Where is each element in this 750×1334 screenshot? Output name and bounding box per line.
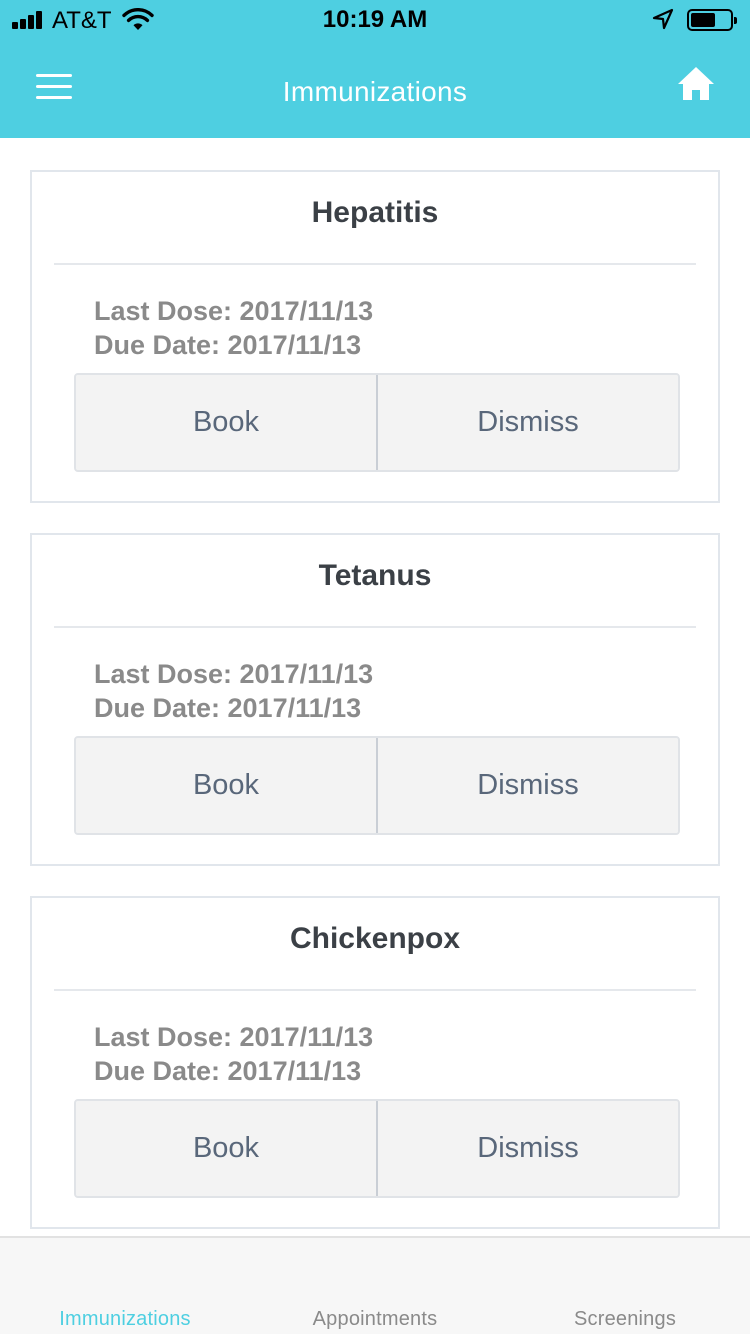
vaccine-name: Chickenpox [289, 922, 461, 955]
card-actions: Book Dismiss [74, 1099, 680, 1198]
due-date-text: Due Date: 2017/11/13 [94, 1056, 362, 1086]
vaccine-name: Tetanus [318, 559, 432, 592]
book-button[interactable]: Book [76, 375, 376, 470]
due-date-text: Due Date: 2017/11/13 [94, 693, 362, 723]
card-divider [54, 263, 696, 265]
last-dose-text: Last Dose: 2017/11/13 [94, 1022, 374, 1052]
dismiss-button[interactable]: Dismiss [376, 375, 678, 470]
card-actions: Book Dismiss [74, 373, 680, 472]
battery-icon [687, 9, 737, 31]
last-dose-text: Last Dose: 2017/11/13 [94, 296, 374, 326]
tab-immunizations[interactable]: Immunizations [0, 1308, 250, 1331]
vaccine-name: Hepatitis [311, 196, 439, 229]
due-date-text: Due Date: 2017/11/13 [94, 330, 362, 360]
tab-screenings[interactable]: Screenings [500, 1308, 750, 1331]
immunization-card: Hepatitis Last Dose: 2017/11/13 Due Date… [30, 170, 720, 503]
location-arrow-icon [652, 8, 674, 30]
page-title: Immunizations [282, 76, 468, 107]
dismiss-button[interactable]: Dismiss [376, 1101, 678, 1196]
immunization-card: Tetanus Last Dose: 2017/11/13 Due Date: … [30, 533, 720, 866]
nav-bar: Immunizations [0, 40, 750, 138]
app-root: AT&T 10:19 AM Immunizations Hepatitis La… [0, 0, 750, 1334]
card-divider [54, 989, 696, 991]
last-dose-text: Last Dose: 2017/11/13 [94, 659, 374, 689]
book-button[interactable]: Book [76, 1101, 376, 1196]
status-bar: AT&T 10:19 AM [0, 0, 750, 40]
tab-bar: Immunizations Appointments Screenings [0, 1236, 750, 1334]
home-icon[interactable] [676, 64, 716, 104]
card-actions: Book Dismiss [74, 736, 680, 835]
tab-appointments[interactable]: Appointments [250, 1308, 500, 1331]
card-divider [54, 626, 696, 628]
dismiss-button[interactable]: Dismiss [376, 738, 678, 833]
immunization-card: Chickenpox Last Dose: 2017/11/13 Due Dat… [30, 896, 720, 1229]
status-time: 10:19 AM [322, 6, 428, 33]
header: AT&T 10:19 AM Immunizations [0, 0, 750, 138]
book-button[interactable]: Book [76, 738, 376, 833]
